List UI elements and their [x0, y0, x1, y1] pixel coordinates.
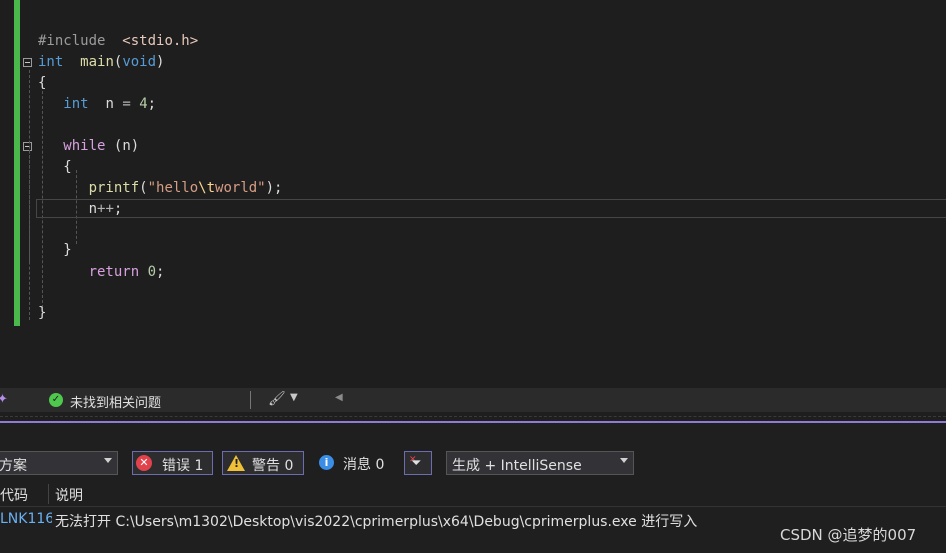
column-header-code[interactable]: 代码	[0, 485, 28, 505]
messages-filter-label: 消息 0	[343, 457, 385, 473]
error-code-link[interactable]: LNK1168	[0, 511, 52, 527]
collapse-while-icon[interactable]	[23, 142, 32, 151]
check-circle-icon: ✓	[49, 393, 63, 407]
code-line-8: printf("hello\tworld");	[88, 180, 283, 196]
column-divider[interactable]	[48, 484, 49, 504]
errors-filter-label: 错误 1	[162, 458, 204, 474]
code-line-4: int n = 4;	[63, 96, 157, 112]
build-source-label: 生成 + IntelliSense	[452, 458, 582, 474]
clear-filter-button[interactable]: ✕ ⏷	[404, 451, 432, 475]
errors-filter-button[interactable]: ✕ 错误 1	[132, 451, 213, 475]
code-line-11: }	[63, 242, 72, 258]
warnings-filter-button[interactable]: ! 警告 0	[222, 451, 304, 475]
splitter-grip	[0, 416, 946, 417]
scroll-left-arrow-icon[interactable]: ◀	[335, 392, 343, 403]
code-line-2: int main(void)	[38, 54, 165, 70]
code-line-9: n++;	[88, 201, 123, 217]
code-editor[interactable]: #include <stdio.h> int main(void) { int …	[0, 0, 946, 388]
change-tracking-bar	[14, 0, 20, 326]
copilot-icon[interactable]: ✦	[0, 393, 11, 407]
scope-dropdown-label: 方案	[0, 458, 27, 474]
error-list-panel: 方案 ✕ 错误 1 ! 警告 0 i 消息 0 ✕ ⏷ 生成 + Intelli…	[0, 423, 946, 553]
error-list-toolbar: 方案 ✕ 错误 1 ! 警告 0 i 消息 0 ✕ ⏷ 生成 + Intelli…	[0, 451, 946, 477]
code-cleanup-brush-icon[interactable]: 🖌	[268, 391, 286, 407]
issues-status-text[interactable]: 未找到相关问题	[70, 392, 161, 411]
warnings-filter-label: 警告 0	[252, 458, 294, 474]
csdn-watermark: CSDN @追梦的007	[780, 526, 917, 544]
code-line-1: #include <stdio.h>	[38, 33, 199, 49]
column-header-description[interactable]: 说明	[55, 485, 83, 505]
chevron-down-icon	[620, 458, 628, 463]
funnel-filter-icon: ⏷	[411, 456, 422, 471]
scope-dropdown[interactable]: 方案	[0, 451, 118, 475]
editor-status-bar: ✦ ✓ 未找到相关问题 🖌 ▼ ◀	[0, 388, 946, 412]
build-source-dropdown[interactable]: 生成 + IntelliSense	[446, 451, 634, 475]
error-x-icon: ✕	[136, 455, 152, 471]
messages-filter-button[interactable]: i 消息 0	[316, 451, 394, 475]
code-line-12: return 0;	[88, 264, 165, 280]
code-line-6: while (n)	[63, 138, 140, 154]
current-line-highlight	[36, 199, 946, 218]
collapse-main-icon[interactable]	[23, 58, 32, 67]
chevron-down-icon[interactable]: ▼	[290, 392, 298, 403]
fold-guide-while	[29, 150, 30, 262]
error-description: 无法打开 C:\Users\m1302\Desktop\vis2022\cpri…	[55, 514, 698, 530]
code-line-7: {	[63, 159, 72, 175]
status-divider	[250, 391, 251, 409]
warning-exclamation-icon: !	[234, 457, 240, 470]
error-list-column-header: 代码 说明	[0, 482, 946, 507]
info-icon: i	[319, 455, 334, 470]
code-line-14: }	[38, 305, 47, 321]
code-line-3: {	[38, 75, 47, 91]
chevron-down-icon	[104, 458, 112, 463]
